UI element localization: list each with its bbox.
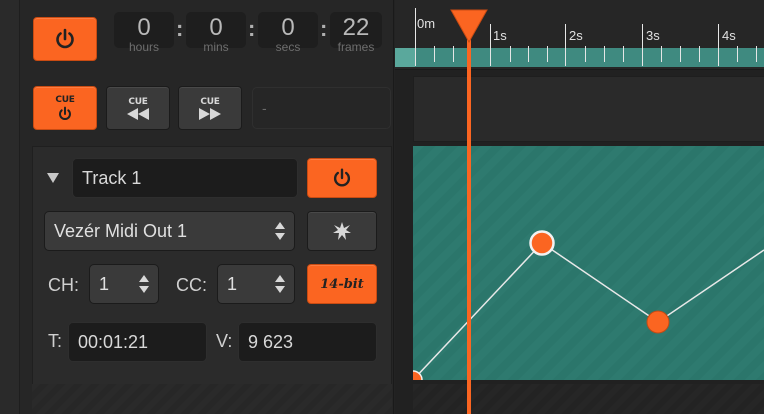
playhead-line xyxy=(467,30,471,414)
midi-output-select[interactable]: Vezér Midi Out 1 xyxy=(44,211,295,251)
timecode-frames: 22 frames xyxy=(330,12,382,53)
cue-next-button[interactable]: CUE xyxy=(178,86,242,130)
timeline-area: 0m 1s 2s 3s 4s xyxy=(395,0,764,414)
collapse-triangle-icon[interactable] xyxy=(46,172,60,184)
channel-select[interactable]: 1 xyxy=(89,264,159,304)
fourteen-bit-label: 14-bit xyxy=(320,276,364,292)
ruler-label: 0m xyxy=(417,16,436,31)
cue-name-field[interactable]: - xyxy=(252,87,391,129)
midi-learn-button[interactable] xyxy=(307,211,377,251)
up-down-arrows-icon xyxy=(275,222,285,240)
burst-icon xyxy=(333,222,351,240)
cue-label: CUE xyxy=(55,94,75,105)
cc-value: 1 xyxy=(227,273,238,294)
hours-value: 0 xyxy=(137,14,151,41)
track-name-field[interactable]: Track 1 xyxy=(72,158,298,198)
rewind-icon xyxy=(127,107,149,120)
cc-select[interactable]: 1 xyxy=(217,264,295,304)
mins-unit: mins xyxy=(203,40,229,54)
cue-previous-button[interactable]: CUE xyxy=(106,86,170,130)
playhead[interactable] xyxy=(450,0,488,414)
hours-unit: hours xyxy=(128,40,160,54)
up-down-arrows-icon xyxy=(139,275,149,293)
track-name-value: Track 1 xyxy=(82,167,142,188)
global-power-button[interactable] xyxy=(33,17,97,61)
cue-prev-label: CUE xyxy=(128,96,148,107)
power-icon xyxy=(56,28,74,49)
value-label: V: xyxy=(216,331,233,351)
power-icon xyxy=(59,106,71,120)
cue-next-label: CUE xyxy=(200,96,220,107)
colon-separator: : xyxy=(248,16,256,41)
secs-value: 0 xyxy=(281,14,295,41)
timecode-secs: 0 secs xyxy=(258,12,318,53)
panel-bottom-strip xyxy=(32,384,392,414)
time-field[interactable]: 00:01:21 xyxy=(68,322,207,362)
time-label: T: xyxy=(48,331,63,351)
timecode-mins: 0 mins xyxy=(186,12,246,53)
ruler-label: 4s xyxy=(722,28,736,43)
frames-value: 22 xyxy=(342,14,370,41)
power-icon xyxy=(333,168,351,187)
channel-label: CH: xyxy=(48,275,79,295)
colon-separator: : xyxy=(176,16,184,41)
value-field[interactable]: 9 623 xyxy=(238,322,377,362)
colon-separator: : xyxy=(320,16,328,41)
panel-edge xyxy=(0,0,20,414)
keyframe-point[interactable] xyxy=(646,310,670,334)
time-value: 00:01:21 xyxy=(78,331,149,352)
track-power-button[interactable] xyxy=(307,158,377,198)
ruler-label: 3s xyxy=(646,28,660,43)
app-window: 0 hours : 0 mins : 0 secs : 22 frames CU… xyxy=(0,0,764,414)
timecode-hours: 0 hours xyxy=(114,12,174,53)
frames-unit: frames xyxy=(337,40,375,54)
playhead-handle-icon[interactable] xyxy=(449,8,489,44)
up-down-arrows-icon xyxy=(275,275,285,293)
midi-output-value: Vezér Midi Out 1 xyxy=(54,220,188,241)
secs-unit: secs xyxy=(275,40,301,54)
cc-label: CC: xyxy=(176,275,207,295)
mins-value: 0 xyxy=(209,14,223,41)
cue-name-value: - xyxy=(262,100,267,116)
cue-toggle-button[interactable]: CUE xyxy=(33,86,97,130)
channel-value: 1 xyxy=(99,273,110,294)
keyframe-point[interactable] xyxy=(529,230,555,256)
fourteen-bit-toggle[interactable]: 14-bit xyxy=(307,264,377,304)
ruler-label: 1s xyxy=(493,28,507,43)
value-value: 9 623 xyxy=(248,331,294,352)
ruler-label: 2s xyxy=(569,28,583,43)
forward-icon xyxy=(199,107,221,120)
